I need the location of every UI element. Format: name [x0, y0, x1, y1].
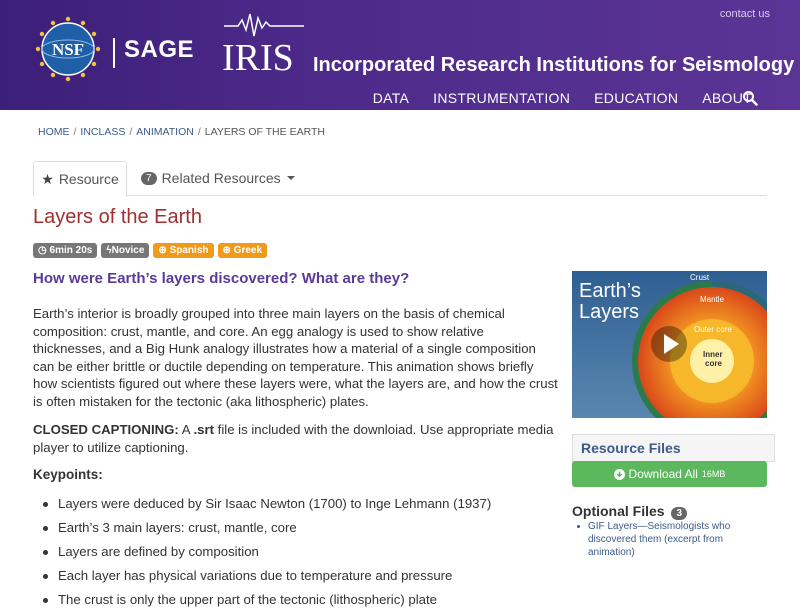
label-inner-core-1: Inner: [703, 350, 723, 359]
tab-related-resources[interactable]: 7 Related Resources: [141, 161, 295, 195]
breadcrumb-separator: /: [197, 126, 201, 138]
label-outer-core: Outer core: [694, 325, 732, 334]
breadcrumb-separator: /: [129, 126, 133, 138]
nav-education[interactable]: EDUCATION: [594, 90, 678, 106]
tab-related-label: Related Resources: [161, 170, 281, 186]
play-icon[interactable]: [651, 326, 687, 362]
page-title: Layers of the Earth: [33, 206, 202, 228]
captioning-label: CLOSED CAPTIONING:: [33, 422, 179, 437]
globe-icon: ⊕: [222, 245, 234, 256]
breadcrumb-home[interactable]: HOME: [38, 126, 70, 138]
nav-instrumentation[interactable]: INSTRUMENTATION: [433, 90, 570, 106]
language-badge-spanish[interactable]: ⊕ Spanish: [153, 243, 214, 258]
list-item: The crust is only the upper part of the …: [33, 588, 491, 612]
video-title-line1: Earth’s: [579, 280, 641, 302]
nav-data[interactable]: DATA: [373, 90, 409, 106]
resource-tags: ◷ 6min 20s ϟNovice ⊕ Spanish ⊕ Greek: [33, 243, 268, 258]
optional-files-list: GIF Layers—Seismologists who discovered …: [572, 520, 762, 559]
logo-divider: [113, 38, 115, 68]
breadcrumb: HOME / INCLASS / ANIMATION / LAYERS OF T…: [38, 126, 325, 138]
breadcrumb-current: LAYERS OF THE EARTH: [204, 126, 325, 138]
resource-files-heading: Resource Files: [572, 434, 775, 462]
video-title-line2: Layers: [579, 301, 639, 323]
duration-badge: ◷ 6min 20s: [33, 243, 98, 258]
org-name: Incorporated Research Institutions for S…: [313, 54, 795, 76]
clock-icon: ◷: [38, 245, 50, 256]
globe-icon: ⊕: [158, 245, 170, 256]
tab-resource[interactable]: ★ Resource: [33, 161, 127, 197]
keypoints-list: Layers were deduced by Sir Isaac Newton …: [33, 492, 491, 612]
sage-logo-text[interactable]: SAGE: [124, 36, 194, 64]
nsf-logo[interactable]: NSF: [34, 15, 102, 83]
site-header: contact us NSF SAGE IRIS Incorporated Re…: [0, 0, 800, 110]
svg-text:NSF: NSF: [52, 40, 84, 59]
srt-text: .srt: [193, 422, 214, 437]
download-size: 16MB: [701, 469, 726, 479]
keypoints-heading: Keypoints:: [33, 467, 103, 482]
list-item: Layers were deduced by Sir Isaac Newton …: [33, 492, 491, 516]
breadcrumb-separator: /: [73, 126, 77, 138]
label-crust: Crust: [690, 273, 710, 282]
search-icon[interactable]: [742, 90, 758, 106]
breadcrumb-animation[interactable]: ANIMATION: [136, 126, 194, 138]
resource-question: How were Earth’s layers discovered? What…: [33, 270, 410, 287]
optional-file-link[interactable]: GIF Layers—Seismologists who discovered …: [572, 520, 762, 559]
related-count-badge: 7: [141, 171, 157, 185]
tab-resource-label: Resource: [58, 171, 119, 187]
list-item: Earth’s 3 main layers: crust, mantle, co…: [33, 516, 491, 540]
download-label: Download All: [628, 467, 698, 481]
main-nav: DATA INSTRUMENTATION EDUCATION ABOUT: [373, 90, 752, 106]
language-badge-greek[interactable]: ⊕ Greek: [217, 243, 268, 258]
star-icon: ★: [41, 170, 54, 187]
level-badge: ϟNovice: [101, 243, 150, 258]
list-item: Layers are defined by composition: [33, 540, 491, 564]
caret-down-icon: [286, 176, 295, 180]
breadcrumb-inclass[interactable]: INCLASS: [80, 126, 125, 138]
iris-logo[interactable]: IRIS: [220, 8, 308, 76]
resource-description: Earth’s interior is broadly grouped into…: [33, 306, 558, 409]
label-mantle: Mantle: [700, 295, 725, 304]
download-icon: [613, 468, 625, 480]
contact-us-link[interactable]: contact us: [720, 8, 770, 20]
download-all-button[interactable]: Download All 16MB: [572, 461, 767, 487]
closed-captioning-note: CLOSED CAPTIONING: A .srt file is includ…: [33, 422, 554, 455]
resource-tabs: ★ Resource 7 Related Resources: [33, 161, 767, 197]
label-inner-core-2: core: [705, 359, 722, 368]
list-item: Each layer has physical variations due t…: [33, 564, 491, 588]
optional-files-heading: Optional Files 3: [572, 503, 692, 520]
optional-count-badge: 3: [671, 507, 688, 520]
video-thumbnail[interactable]: Earth’s Layers Crust Mantle Outer core I…: [572, 271, 767, 418]
svg-text:IRIS: IRIS: [222, 37, 294, 76]
